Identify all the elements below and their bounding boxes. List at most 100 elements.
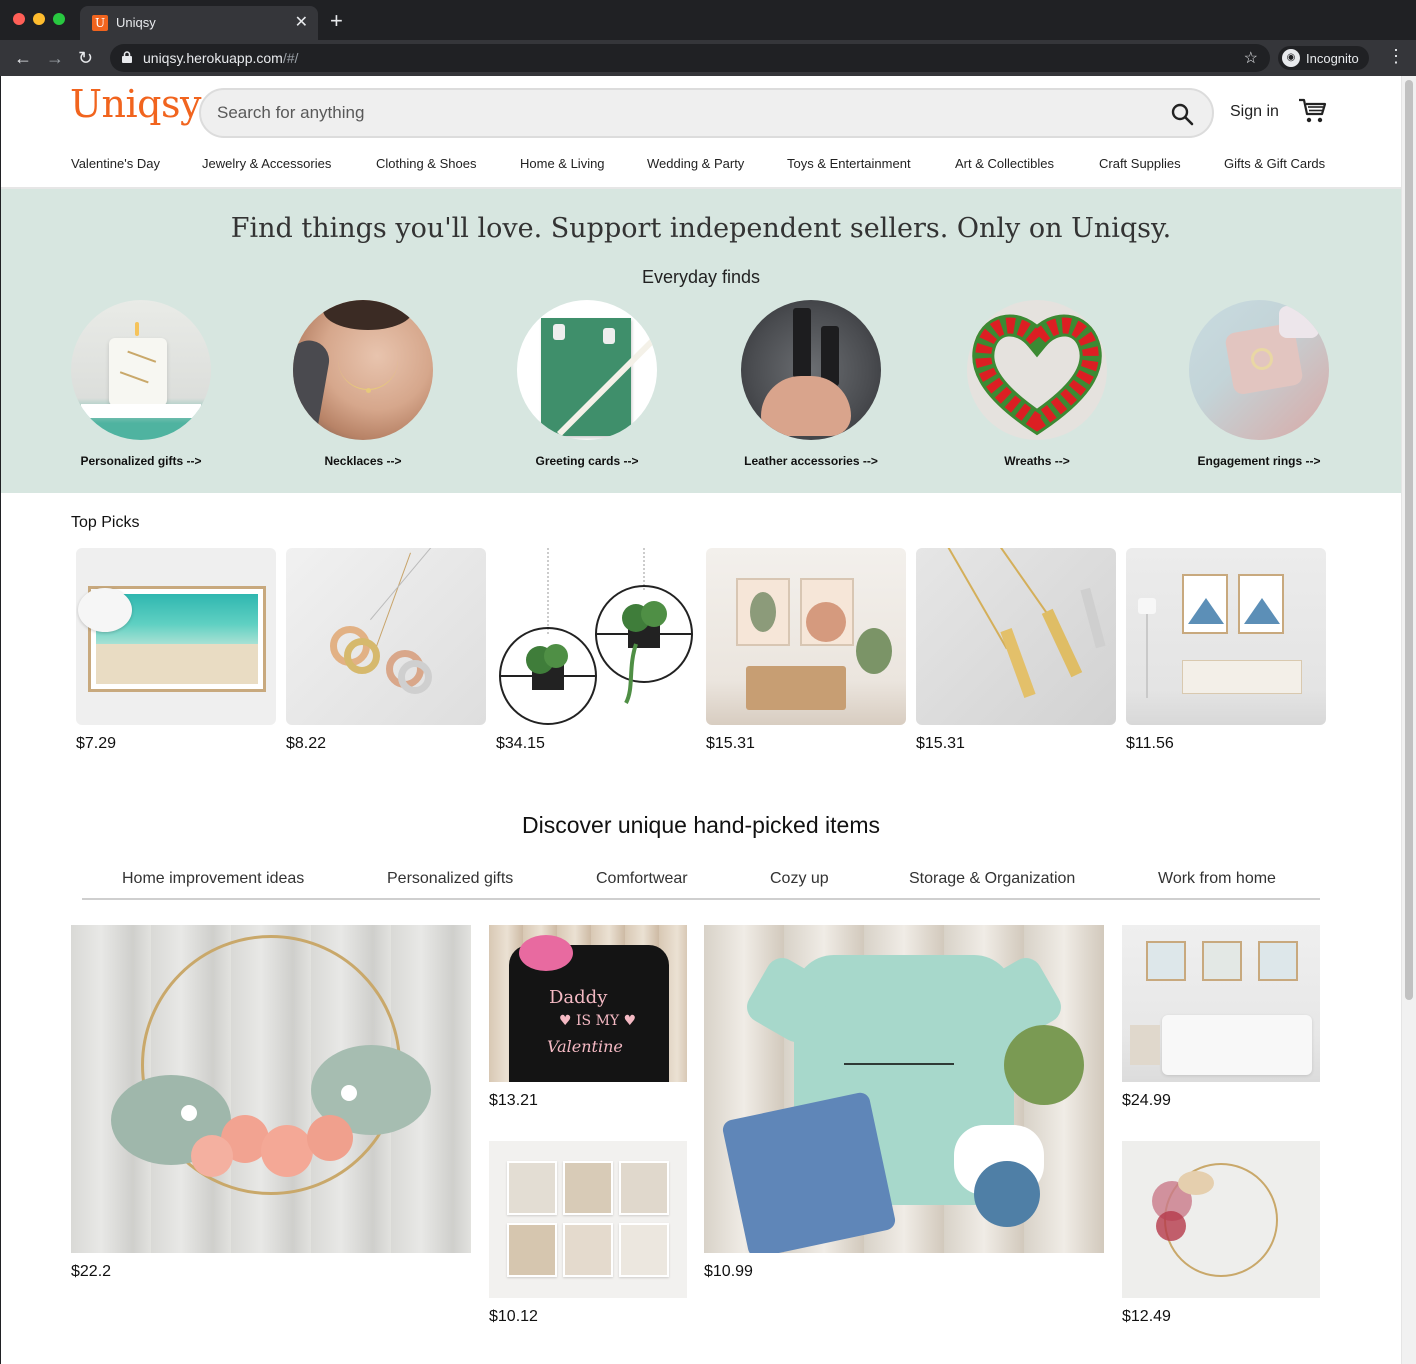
- everyday-find-label: Leather accessories -->: [744, 454, 878, 468]
- back-icon[interactable]: ←: [14, 46, 32, 70]
- search-bar: [199, 88, 1214, 138]
- category-wedding[interactable]: Wedding & Party: [647, 156, 744, 171]
- hanging-planter-image: [496, 548, 696, 725]
- close-window-icon[interactable]: [13, 13, 25, 25]
- everyday-find-personalized[interactable]: Personalized gifts -->: [41, 300, 241, 468]
- signin-link[interactable]: Sign in: [1230, 103, 1279, 121]
- browser-menu-icon[interactable]: ⋮: [1387, 46, 1405, 67]
- category-clothing[interactable]: Clothing & Shoes: [376, 156, 476, 171]
- tab-cozy-up[interactable]: Cozy up: [770, 870, 829, 888]
- price: $24.99: [1122, 1092, 1171, 1109]
- tab-title: Uniqsy: [116, 15, 156, 30]
- discover-card[interactable]: $10.99: [704, 925, 1104, 1281]
- search-input[interactable]: [217, 100, 1147, 126]
- discover-card[interactable]: $12.49: [1122, 1141, 1320, 1326]
- everyday-find-label: Wreaths -->: [1004, 454, 1070, 468]
- incognito-icon: ◉: [1282, 49, 1300, 67]
- bookmark-star-icon[interactable]: ☆: [1244, 48, 1258, 68]
- bar-necklace-image: [916, 548, 1116, 725]
- discover-card[interactable]: Daddy ♥ IS MY ♥ Valentine $13.21: [489, 925, 687, 1110]
- site-logo[interactable]: Uniqsy: [70, 82, 201, 126]
- greeting-card-image: [517, 300, 657, 440]
- browser-tab[interactable]: U Uniqsy ✕: [80, 6, 318, 40]
- tab-personalized-gifts[interactable]: Personalized gifts: [387, 870, 513, 888]
- incognito-badge[interactable]: ◉ Incognito: [1278, 46, 1369, 70]
- price: $34.15: [496, 735, 545, 752]
- price: $11.56: [1126, 735, 1174, 752]
- address-bar[interactable]: uniqsy.herokuapp.com/#/ ☆: [110, 44, 1270, 72]
- everyday-find-label: Greeting cards -->: [535, 454, 639, 468]
- valentine-onesie-image: Daddy ♥ IS MY ♥ Valentine: [489, 925, 687, 1082]
- category-home[interactable]: Home & Living: [520, 156, 605, 171]
- favicon-icon: U: [92, 15, 108, 31]
- ring-necklace-image: [286, 548, 486, 725]
- top-pick-card[interactable]: $11.56: [1126, 548, 1326, 753]
- everyday-find-label: Personalized gifts -->: [80, 454, 202, 468]
- everyday-find-engagement-rings[interactable]: Engagement rings -->: [1159, 300, 1359, 468]
- discover-card[interactable]: $24.99: [1122, 925, 1320, 1110]
- floral-hoop-wreath-image: [71, 925, 471, 1253]
- forward-icon[interactable]: →: [46, 46, 64, 70]
- scrollbar-thumb[interactable]: [1405, 80, 1413, 1000]
- wall-art-room-image: [706, 548, 906, 725]
- category-gifts[interactable]: Gifts & Gift Cards: [1224, 156, 1325, 171]
- wildflower-tshirt-image: [704, 925, 1104, 1253]
- category-toys[interactable]: Toys & Entertainment: [787, 156, 911, 171]
- everyday-find-wreaths[interactable]: Wreaths -->: [937, 300, 1137, 468]
- category-art[interactable]: Art & Collectibles: [955, 156, 1054, 171]
- tab-close-icon[interactable]: ✕: [295, 12, 308, 32]
- discover-card[interactable]: $10.12: [489, 1141, 687, 1326]
- beach-print-set-image: [489, 1141, 687, 1298]
- hero-banner: Find things you'll love. Support indepen…: [1, 189, 1401, 493]
- category-valentines[interactable]: Valentine's Day: [71, 156, 160, 171]
- discover-title: Discover unique hand-picked items: [522, 812, 880, 838]
- price: $13.21: [489, 1092, 538, 1109]
- ring-box-image: [1189, 300, 1329, 440]
- reload-icon[interactable]: ↻: [78, 46, 93, 70]
- discover-tabs: Home improvement ideas Personalized gift…: [82, 866, 1320, 900]
- category-craft[interactable]: Craft Supplies: [1099, 156, 1181, 171]
- cart-icon[interactable]: [1298, 98, 1328, 124]
- bedroom-prints-image: [1122, 925, 1320, 1082]
- discover-card[interactable]: $22.2: [71, 925, 471, 1281]
- top-pick-card[interactable]: $34.15: [496, 548, 696, 753]
- category-nav: Valentine's Day Jewelry & Accessories Cl…: [1, 156, 1401, 190]
- price: $22.2: [71, 1263, 112, 1280]
- price: $15.31: [916, 735, 965, 752]
- everyday-find-necklaces[interactable]: Necklaces -->: [263, 300, 463, 468]
- leather-keychain-image: [741, 300, 881, 440]
- tab-comfortwear[interactable]: Comfortwear: [596, 870, 688, 888]
- browser-tab-bar: U Uniqsy ✕ +: [0, 0, 1416, 40]
- mountain-prints-image: [1126, 548, 1326, 725]
- top-pick-card[interactable]: $15.31: [706, 548, 906, 753]
- minimize-window-icon[interactable]: [33, 13, 45, 25]
- url-text: uniqsy.herokuapp.com/#/: [143, 50, 299, 66]
- browser-toolbar: ← → ↻ uniqsy.herokuapp.com/#/ ☆ ◉ Incogn…: [0, 40, 1416, 76]
- price: $7.29: [76, 735, 117, 752]
- top-pick-card[interactable]: $15.31: [916, 548, 1116, 753]
- everyday-find-label: Engagement rings -->: [1197, 454, 1321, 468]
- necklace-image: [293, 300, 433, 440]
- hero-title: Find things you'll love. Support indepen…: [230, 213, 1172, 244]
- top-pick-card[interactable]: $7.29: [76, 548, 276, 753]
- wreath-image: [967, 300, 1107, 440]
- page-viewport: Uniqsy Sign in Valentine's Day Jewelry &…: [1, 76, 1401, 1364]
- candle-image: [71, 300, 211, 440]
- category-jewelry[interactable]: Jewelry & Accessories: [202, 156, 331, 171]
- tab-storage-organization[interactable]: Storage & Organization: [909, 870, 1075, 888]
- top-pick-card[interactable]: $8.22: [286, 548, 486, 753]
- tab-work-from-home[interactable]: Work from home: [1158, 870, 1276, 888]
- maximize-window-icon[interactable]: [53, 13, 65, 25]
- tab-home-improvement[interactable]: Home improvement ideas: [122, 870, 304, 888]
- price: $10.12: [489, 1308, 538, 1325]
- page-scrollbar[interactable]: [1401, 76, 1416, 1364]
- beach-print-image: [76, 548, 276, 725]
- new-tab-icon[interactable]: +: [330, 10, 343, 32]
- search-icon[interactable]: [1170, 102, 1194, 126]
- dried-flower-hoop-image: [1122, 1141, 1320, 1298]
- price: $15.31: [706, 735, 755, 752]
- everyday-find-greeting-cards[interactable]: Greeting cards -->: [487, 300, 687, 468]
- lock-icon: [122, 51, 132, 63]
- everyday-find-leather[interactable]: Leather accessories -->: [711, 300, 911, 468]
- incognito-label: Incognito: [1306, 50, 1359, 66]
